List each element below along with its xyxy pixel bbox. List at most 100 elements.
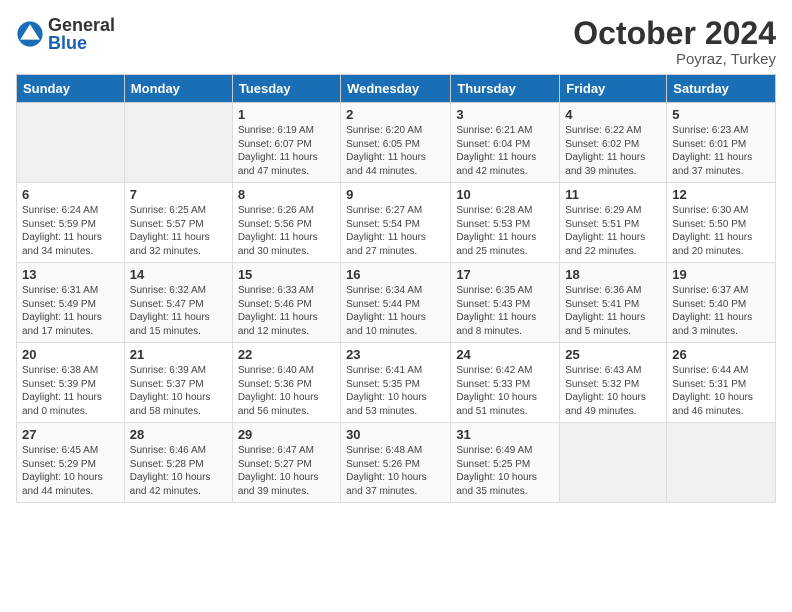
- calendar-cell: [560, 423, 667, 503]
- day-number: 21: [130, 347, 227, 362]
- calendar-cell: 28 Sunrise: 6:46 AM Sunset: 5:28 PM Dayli…: [124, 423, 232, 503]
- calendar-cell: 23Sunrise: 6:41 AM Sunset: 5:35 PM Dayli…: [341, 343, 451, 423]
- day-info: Sunrise: 6:43 AM Sunset: 5:32 PM Dayligh…: [565, 364, 661, 418]
- day-info: Sunrise: 6:49 AM Sunset: 5:25 PM Dayligh…: [456, 444, 554, 498]
- day-number: 6: [22, 187, 119, 202]
- calendar-header-row: SundayMondayTuesdayWednesdayThursdayFrid…: [17, 75, 776, 103]
- calendar-week-5: 27 Sunrise: 6:45 AM Sunset: 5:29 PM Dayli…: [17, 423, 776, 503]
- day-info: Sunrise: 6:44 AM Sunset: 5:31 PM Dayligh…: [672, 364, 770, 418]
- day-number: 28: [130, 427, 227, 442]
- day-number: 8: [238, 187, 335, 202]
- calendar-cell: 9Sunrise: 6:27 AM Sunset: 5:54 PM Daylig…: [341, 183, 451, 263]
- day-info: Sunrise: 6:47 AM Sunset: 5:27 PM Dayligh…: [238, 444, 335, 498]
- day-number: 5: [672, 107, 770, 122]
- day-header-wednesday: Wednesday: [341, 75, 451, 103]
- day-info: Sunrise: 6:37 AM Sunset: 5:40 PM Dayligh…: [672, 284, 770, 338]
- day-number: 27: [22, 427, 119, 442]
- day-info: Sunrise: 6:19 AM Sunset: 6:07 PM Dayligh…: [238, 124, 335, 178]
- day-number: 29: [238, 427, 335, 442]
- calendar-cell: 3 Sunrise: 6:21 AM Sunset: 6:04 PM Daylig…: [451, 103, 560, 183]
- day-info: Sunrise: 6:29 AM Sunset: 5:51 PM Dayligh…: [565, 204, 661, 258]
- day-info: Sunrise: 6:41 AM Sunset: 5:35 PM Dayligh…: [346, 364, 445, 418]
- day-number: 18: [565, 267, 661, 282]
- day-header-sunday: Sunday: [17, 75, 125, 103]
- calendar-cell: 5 Sunrise: 6:23 AM Sunset: 6:01 PM Daylig…: [667, 103, 776, 183]
- header: General Blue October 2024 Poyraz, Turkey: [16, 16, 776, 68]
- calendar-cell: 2Sunrise: 6:20 AM Sunset: 6:05 PM Daylig…: [341, 103, 451, 183]
- calendar-cell: 12 Sunrise: 6:30 AM Sunset: 5:50 PM Dayli…: [667, 183, 776, 263]
- calendar-cell: 31 Sunrise: 6:49 AM Sunset: 5:25 PM Dayli…: [451, 423, 560, 503]
- logo-blue: Blue: [48, 33, 87, 53]
- calendar-cell: 1 Sunrise: 6:19 AM Sunset: 6:07 PM Daylig…: [232, 103, 340, 183]
- day-number: 3: [456, 107, 554, 122]
- day-info: Sunrise: 6:22 AM Sunset: 6:02 PM Dayligh…: [565, 124, 661, 178]
- day-number: 17: [456, 267, 554, 282]
- day-info: Sunrise: 6:26 AM Sunset: 5:56 PM Dayligh…: [238, 204, 335, 258]
- day-info: Sunrise: 6:20 AM Sunset: 6:05 PM Dayligh…: [346, 124, 445, 178]
- day-info: Sunrise: 6:35 AM Sunset: 5:43 PM Dayligh…: [456, 284, 554, 338]
- day-info: Sunrise: 6:34 AM Sunset: 5:44 PM Dayligh…: [346, 284, 445, 338]
- day-number: 12: [672, 187, 770, 202]
- calendar-cell: 30 Sunrise: 6:48 AM Sunset: 5:26 PM Dayli…: [341, 423, 451, 503]
- day-number: 31: [456, 427, 554, 442]
- logo-text: General Blue: [48, 16, 115, 52]
- day-number: 1: [238, 107, 335, 122]
- calendar-cell: 10Sunrise: 6:28 AM Sunset: 5:53 PM Dayli…: [451, 183, 560, 263]
- calendar-cell: 27 Sunrise: 6:45 AM Sunset: 5:29 PM Dayli…: [17, 423, 125, 503]
- day-info: Sunrise: 6:33 AM Sunset: 5:46 PM Dayligh…: [238, 284, 335, 338]
- calendar-cell: 8 Sunrise: 6:26 AM Sunset: 5:56 PM Daylig…: [232, 183, 340, 263]
- calendar-cell: 21 Sunrise: 6:39 AM Sunset: 5:37 PM Dayli…: [124, 343, 232, 423]
- day-info: Sunrise: 6:46 AM Sunset: 5:28 PM Dayligh…: [130, 444, 227, 498]
- logo: General Blue: [16, 16, 115, 52]
- title-block: October 2024 Poyraz, Turkey: [573, 16, 776, 68]
- calendar-cell: [124, 103, 232, 183]
- day-info: Sunrise: 6:23 AM Sunset: 6:01 PM Dayligh…: [672, 124, 770, 178]
- calendar-cell: 26 Sunrise: 6:44 AM Sunset: 5:31 PM Dayli…: [667, 343, 776, 423]
- day-number: 11: [565, 187, 661, 202]
- calendar-cell: 16 Sunrise: 6:34 AM Sunset: 5:44 PM Dayli…: [341, 263, 451, 343]
- day-header-monday: Monday: [124, 75, 232, 103]
- day-info: Sunrise: 6:32 AM Sunset: 5:47 PM Dayligh…: [130, 284, 227, 338]
- day-info: Sunrise: 6:36 AM Sunset: 5:41 PM Dayligh…: [565, 284, 661, 338]
- calendar-cell: 22Sunrise: 6:40 AM Sunset: 5:36 PM Dayli…: [232, 343, 340, 423]
- day-number: 16: [346, 267, 445, 282]
- day-info: Sunrise: 6:48 AM Sunset: 5:26 PM Dayligh…: [346, 444, 445, 498]
- day-info: Sunrise: 6:25 AM Sunset: 5:57 PM Dayligh…: [130, 204, 227, 258]
- day-number: 7: [130, 187, 227, 202]
- day-number: 20: [22, 347, 119, 362]
- day-info: Sunrise: 6:45 AM Sunset: 5:29 PM Dayligh…: [22, 444, 119, 498]
- calendar-container: General Blue October 2024 Poyraz, Turkey…: [0, 0, 792, 519]
- day-info: Sunrise: 6:31 AM Sunset: 5:49 PM Dayligh…: [22, 284, 119, 338]
- calendar-cell: 20Sunrise: 6:38 AM Sunset: 5:39 PM Dayli…: [17, 343, 125, 423]
- day-number: 30: [346, 427, 445, 442]
- logo-general: General: [48, 15, 115, 35]
- day-info: Sunrise: 6:39 AM Sunset: 5:37 PM Dayligh…: [130, 364, 227, 418]
- day-header-friday: Friday: [560, 75, 667, 103]
- day-number: 26: [672, 347, 770, 362]
- calendar-cell: 14Sunrise: 6:32 AM Sunset: 5:47 PM Dayli…: [124, 263, 232, 343]
- day-number: 10: [456, 187, 554, 202]
- day-info: Sunrise: 6:24 AM Sunset: 5:59 PM Dayligh…: [22, 204, 119, 258]
- day-header-tuesday: Tuesday: [232, 75, 340, 103]
- day-info: Sunrise: 6:21 AM Sunset: 6:04 PM Dayligh…: [456, 124, 554, 178]
- calendar-cell: 11 Sunrise: 6:29 AM Sunset: 5:51 PM Dayli…: [560, 183, 667, 263]
- calendar-week-4: 20Sunrise: 6:38 AM Sunset: 5:39 PM Dayli…: [17, 343, 776, 423]
- day-header-saturday: Saturday: [667, 75, 776, 103]
- day-info: Sunrise: 6:30 AM Sunset: 5:50 PM Dayligh…: [672, 204, 770, 258]
- day-number: 4: [565, 107, 661, 122]
- calendar-cell: 7 Sunrise: 6:25 AM Sunset: 5:57 PM Daylig…: [124, 183, 232, 263]
- day-header-thursday: Thursday: [451, 75, 560, 103]
- calendar-cell: 17 Sunrise: 6:35 AM Sunset: 5:43 PM Dayli…: [451, 263, 560, 343]
- calendar-cell: 24Sunrise: 6:42 AM Sunset: 5:33 PM Dayli…: [451, 343, 560, 423]
- day-number: 15: [238, 267, 335, 282]
- calendar-cell: 18 Sunrise: 6:36 AM Sunset: 5:41 PM Dayli…: [560, 263, 667, 343]
- calendar-table: SundayMondayTuesdayWednesdayThursdayFrid…: [16, 74, 776, 503]
- day-number: 9: [346, 187, 445, 202]
- day-number: 25: [565, 347, 661, 362]
- calendar-cell: 29 Sunrise: 6:47 AM Sunset: 5:27 PM Dayli…: [232, 423, 340, 503]
- calendar-cell: 13Sunrise: 6:31 AM Sunset: 5:49 PM Dayli…: [17, 263, 125, 343]
- day-number: 22: [238, 347, 335, 362]
- day-number: 24: [456, 347, 554, 362]
- calendar-week-1: 1 Sunrise: 6:19 AM Sunset: 6:07 PM Daylig…: [17, 103, 776, 183]
- calendar-cell: 6 Sunrise: 6:24 AM Sunset: 5:59 PM Daylig…: [17, 183, 125, 263]
